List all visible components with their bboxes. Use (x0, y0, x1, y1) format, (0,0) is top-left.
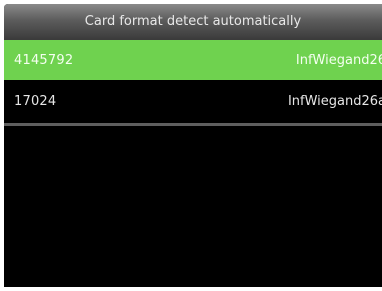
title-bar: Card format detect automatically (4, 4, 382, 40)
list-item[interactable]: 4145792 InfWiegand26 (4, 40, 382, 80)
card-number: 17024 (14, 94, 57, 109)
card-format: InfWiegand26 (295, 52, 382, 68)
device-screen: Card format detect automatically 4145792… (4, 4, 382, 287)
page-title: Card format detect automatically (84, 14, 302, 29)
card-format: InfWiegand26a (287, 94, 382, 109)
card-list: 4145792 InfWiegand26 17024 InfWiegand26a (4, 40, 382, 126)
card-number: 4145792 (14, 52, 74, 68)
list-item[interactable]: 17024 InfWiegand26a (4, 80, 382, 126)
